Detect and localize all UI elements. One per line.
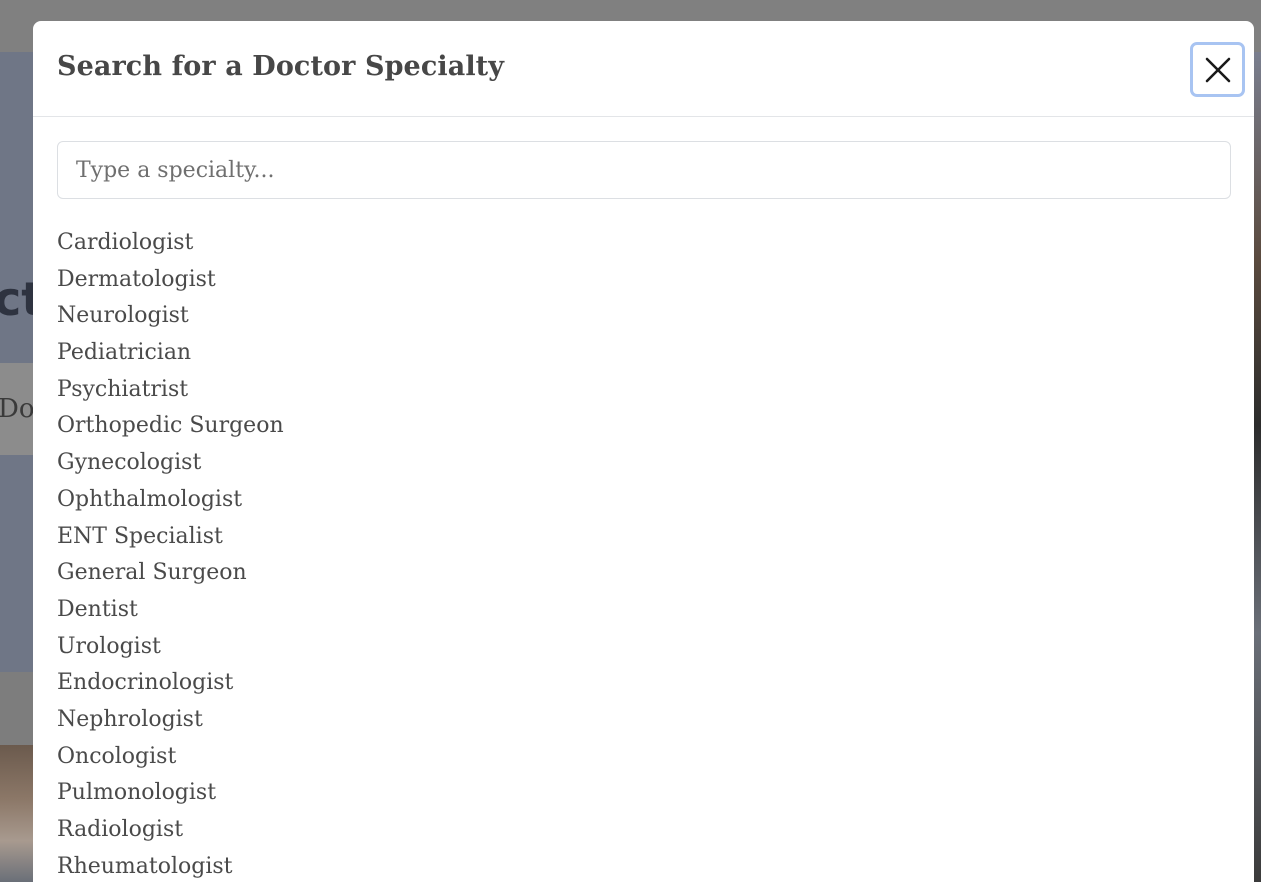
specialty-list-item[interactable]: Rheumatologist — [57, 849, 284, 882]
specialty-list-item[interactable]: General Surgeon — [57, 555, 284, 592]
specialty-list-item[interactable]: Gynecologist — [57, 445, 284, 482]
modal-header: Search for a Doctor Specialty — [33, 21, 1254, 117]
specialty-list-item[interactable]: Pulmonologist — [57, 775, 284, 812]
specialty-list-item[interactable]: Radiologist — [57, 812, 284, 849]
specialty-list-item[interactable]: Pediatrician — [57, 335, 284, 372]
specialty-list-item[interactable]: Urologist — [57, 629, 284, 666]
close-icon — [1205, 57, 1230, 82]
specialty-list-item[interactable]: Dentist — [57, 592, 284, 629]
specialty-list-item[interactable]: Cardiologist — [57, 225, 284, 262]
specialty-list-item[interactable]: Neurologist — [57, 298, 284, 335]
specialty-list-item[interactable]: Ophthalmologist — [57, 482, 284, 519]
background-button-text: Do — [0, 394, 35, 424]
specialty-list: Cardiologist Dermatologist Neurologist Pedi… — [57, 225, 284, 882]
specialty-list-item[interactable]: Nephrologist — [57, 702, 284, 739]
specialty-search-input[interactable] — [57, 141, 1231, 199]
specialty-search-modal: Search for a Doctor Specialty Cardiologi… — [33, 21, 1254, 882]
specialty-list-item[interactable]: Dermatologist — [57, 262, 284, 299]
background-doctor-photo — [0, 745, 34, 882]
specialty-list-item[interactable]: Oncologist — [57, 739, 284, 776]
close-button[interactable] — [1190, 42, 1245, 97]
specialty-list-item[interactable]: Psychiatrist — [57, 372, 284, 409]
specialty-list-item[interactable]: Orthopedic Surgeon — [57, 408, 284, 445]
background-right-image — [1254, 52, 1261, 882]
specialty-list-item[interactable]: ENT Specialist — [57, 519, 284, 556]
modal-title: Search for a Doctor Specialty — [57, 51, 505, 82]
specialty-list-item[interactable]: Endocrinologist — [57, 665, 284, 702]
